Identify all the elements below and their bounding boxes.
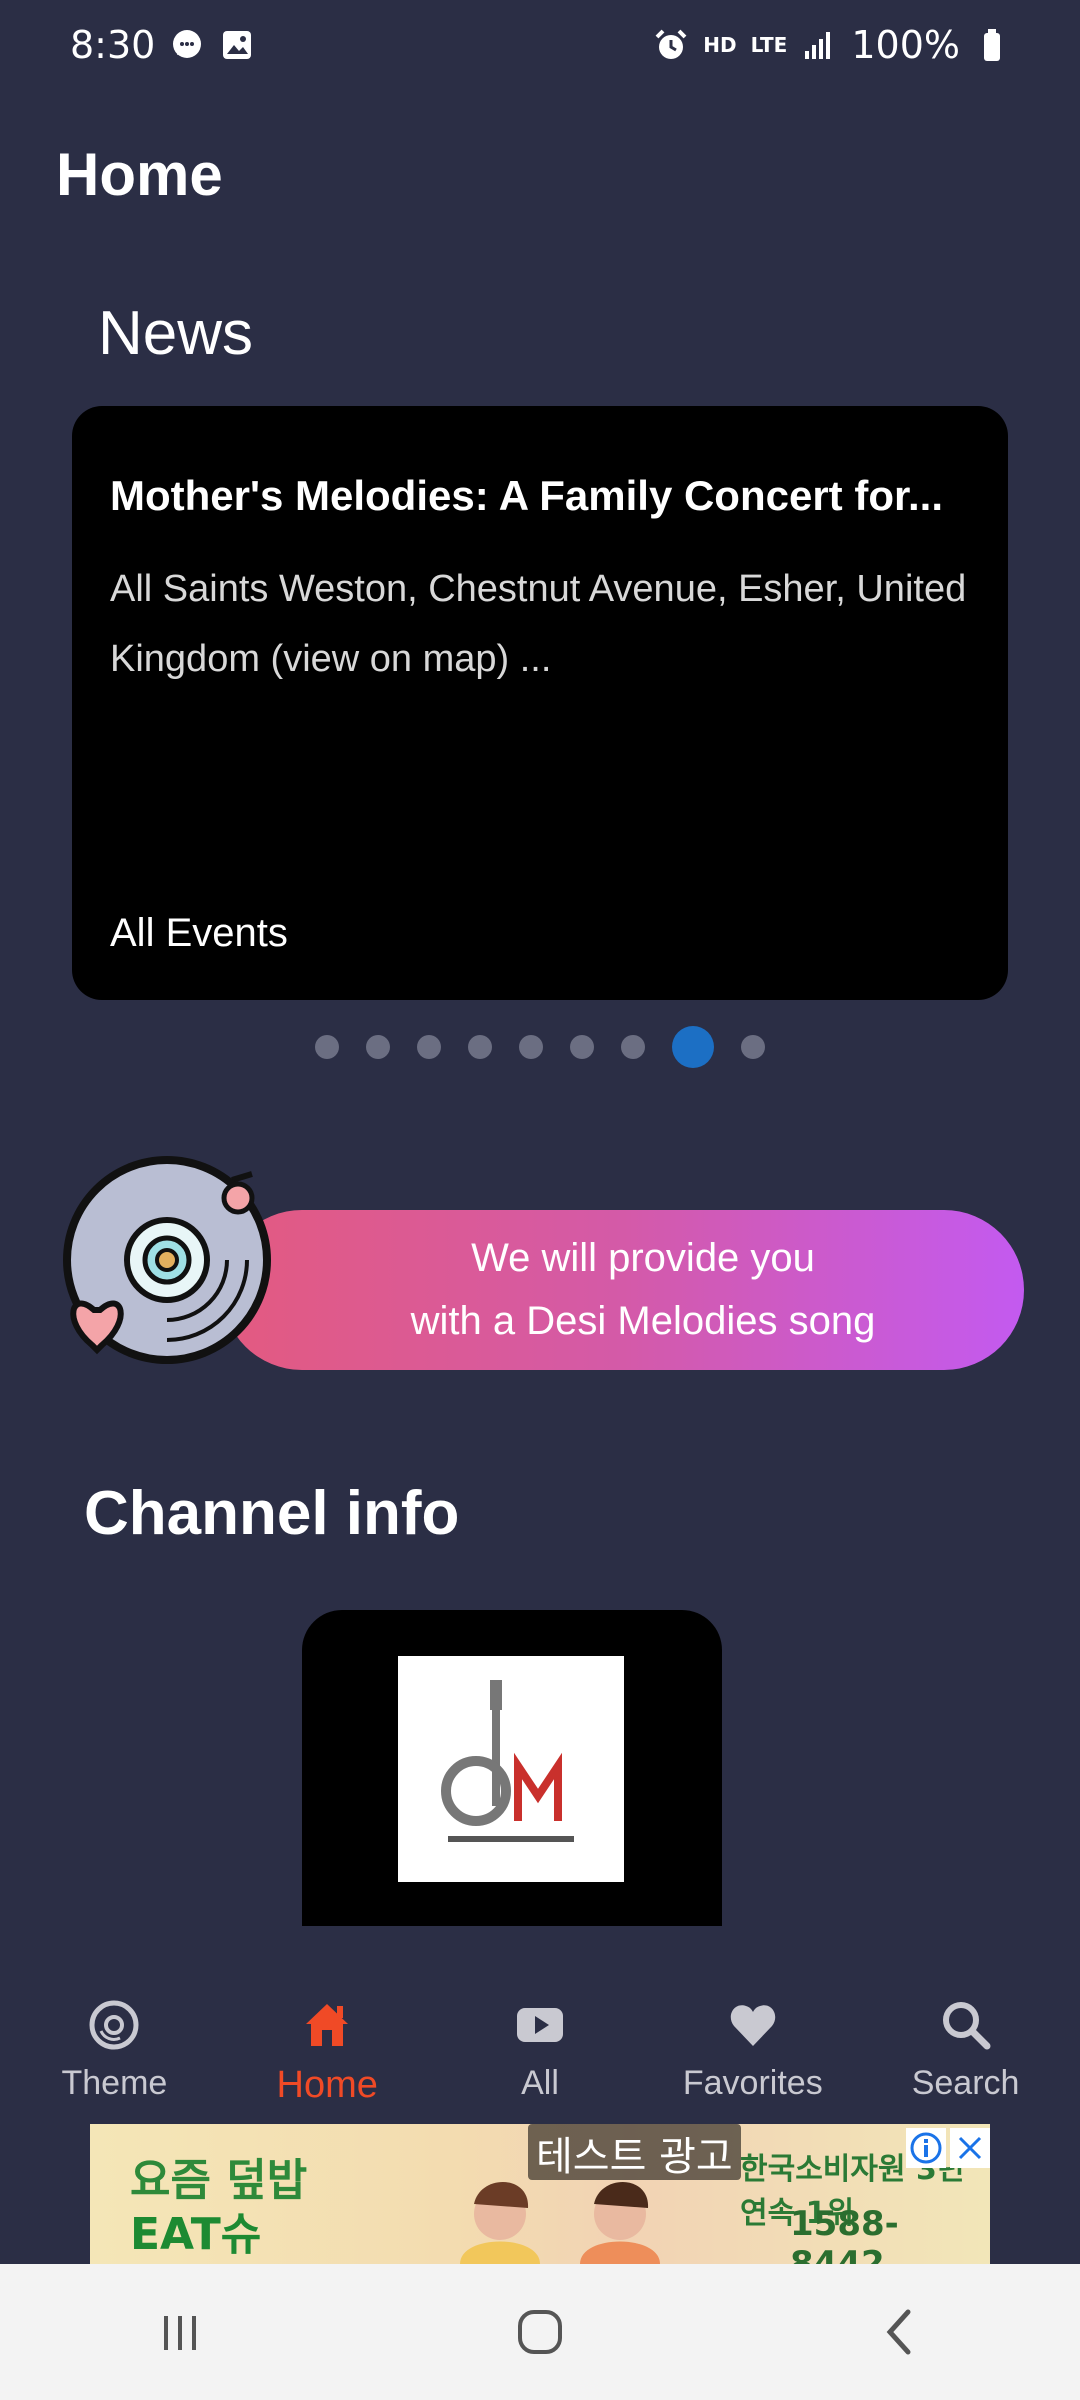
- nav-label-all: All: [521, 2064, 559, 2102]
- pagination-dot[interactable]: [468, 1035, 492, 1059]
- pagination-dot[interactable]: [570, 1035, 594, 1059]
- status-left: 8:30: [70, 23, 255, 67]
- promo-banner[interactable]: We will provide you with a Desi Melodies…: [222, 1210, 1024, 1370]
- ad-phone-number: 1588-8442: [790, 2204, 899, 2264]
- alarm-icon: [655, 29, 687, 59]
- battery-percent: 100%: [851, 23, 960, 67]
- nav-item-theme[interactable]: Theme: [8, 1960, 221, 2124]
- nav-label-search: Search: [911, 2064, 1020, 2102]
- pagination-dot[interactable]: [417, 1035, 441, 1059]
- play-icon: [516, 2008, 563, 2042]
- pagination-dot[interactable]: [519, 1035, 543, 1059]
- ad-label: 테스트 광고: [528, 2124, 741, 2180]
- nav-item-all[interactable]: All: [434, 1960, 647, 2124]
- system-nav-bar: [0, 2264, 1080, 2400]
- nav-item-home[interactable]: Home: [221, 1960, 434, 2124]
- promo-line-2: with a Desi Melodies song: [410, 1299, 876, 1343]
- pagination-dot[interactable]: [741, 1035, 765, 1059]
- news-headline: Mother's Melodies: A Family Concert for.…: [110, 472, 944, 519]
- ad-people-image: [460, 2181, 660, 2264]
- nav-label-theme: Theme: [61, 2064, 168, 2102]
- pagination-dot[interactable]: [315, 1035, 339, 1059]
- news-body: All Saints Weston, Chestnut Avenue, Eshe…: [110, 568, 967, 680]
- image-icon: [223, 31, 252, 59]
- pagination-dot-active[interactable]: [672, 1026, 714, 1068]
- signal-icon: [805, 32, 831, 59]
- news-section-title: News: [98, 299, 254, 368]
- all-events-link[interactable]: All Events: [110, 911, 288, 956]
- ad-controls: [906, 2128, 990, 2168]
- news-pagination: [0, 1026, 1080, 1068]
- nav-label-home: Home: [276, 2064, 378, 2106]
- recent-apps-icon[interactable]: [150, 2302, 210, 2362]
- vinyl-record-icon: [63, 1156, 271, 1364]
- nav-label-favorites: Favorites: [682, 2064, 823, 2102]
- channel-logo: [398, 1656, 624, 1882]
- nav-item-favorites[interactable]: Favorites: [646, 1960, 859, 2124]
- lte-indicator: LTE: [750, 33, 788, 57]
- disc-icon: [89, 2000, 139, 2050]
- bottom-nav: Theme Home All Favorites Search: [0, 1960, 1080, 2124]
- pagination-dot[interactable]: [366, 1035, 390, 1059]
- status-right: HD LTE 100%: [653, 23, 1010, 67]
- back-icon[interactable]: [870, 2302, 930, 2362]
- ad-headline-2: EAT슈: [130, 2209, 262, 2260]
- ad-area: 요즘 덮밥 EAT슈 테스트 광고 한국소비자원 3년연속 1위 1588-84…: [0, 2124, 1080, 2264]
- message-bubble-icon: [173, 30, 202, 58]
- channel-card[interactable]: [302, 1610, 722, 1926]
- heart-icon: [730, 2005, 776, 2046]
- status-time: 8:30: [70, 23, 156, 67]
- desi-melodies-logo-icon: [441, 1680, 574, 1842]
- promo-line-1: We will provide you: [471, 1236, 815, 1280]
- ad-banner[interactable]: 요즘 덮밥 EAT슈 테스트 광고 한국소비자원 3년연속 1위 1588-84…: [90, 2124, 990, 2264]
- status-bar: 8:30 HD LTE 100%: [0, 0, 1080, 90]
- home-button-icon[interactable]: [510, 2302, 570, 2362]
- page-title: Home: [56, 141, 223, 208]
- pagination-dot[interactable]: [621, 1035, 645, 1059]
- home-icon: [306, 2004, 349, 2046]
- news-card[interactable]: Mother's Melodies: A Family Concert for.…: [72, 406, 1008, 1000]
- battery-icon: [984, 29, 1000, 61]
- nav-item-search[interactable]: Search: [859, 1960, 1072, 2124]
- search-icon: [942, 2002, 991, 2050]
- channel-info-title: Channel info: [84, 1479, 460, 1548]
- ad-info-icon[interactable]: [906, 2128, 946, 2168]
- ad-close-icon[interactable]: [950, 2128, 990, 2168]
- hd-voice-indicator: HD: [703, 33, 737, 57]
